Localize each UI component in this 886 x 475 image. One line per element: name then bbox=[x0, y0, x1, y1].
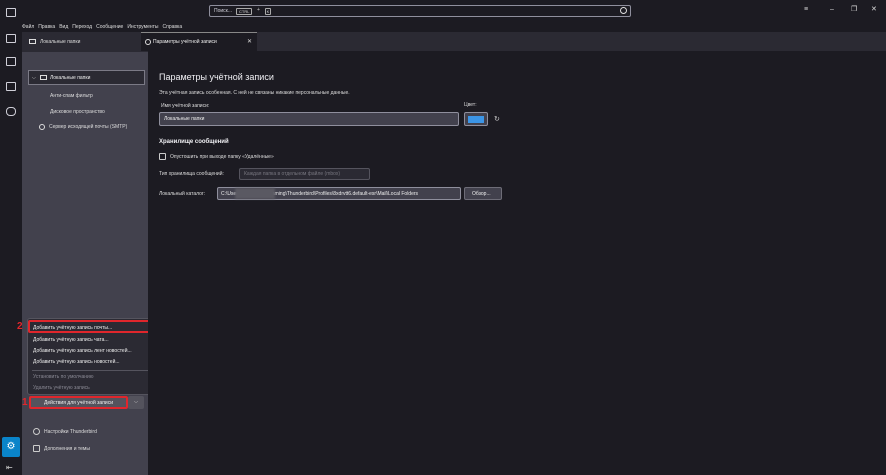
account-name-label: Имя учётной записи: bbox=[161, 103, 210, 109]
local-dir-label: Локальный каталог: bbox=[159, 191, 206, 197]
account-actions-dropdown[interactable]: ⌵ bbox=[128, 396, 144, 409]
account-actions-label: Действия для учётной записи bbox=[44, 400, 113, 406]
settings-gear-icon[interactable]: ⚙ bbox=[2, 437, 20, 457]
color-label: Цвет: bbox=[464, 102, 477, 108]
search-placeholder: Поиск... bbox=[214, 8, 233, 14]
menu-help[interactable]: Справка bbox=[163, 22, 183, 32]
menu-go[interactable]: Переход bbox=[72, 22, 92, 32]
tree-item-junk[interactable]: Анти-спам фильтр bbox=[50, 93, 93, 99]
spaces-toolbar: ⚙ ⇤ bbox=[0, 0, 22, 475]
address-book-icon[interactable] bbox=[6, 34, 16, 43]
empty-trash-checkbox[interactable] bbox=[159, 153, 166, 160]
page-title: Параметры учётной записи bbox=[159, 72, 274, 82]
menu-item-add-feed-account[interactable]: Добавить учётную запись лент новостей... bbox=[33, 348, 132, 354]
shortcut-ctrl-key: CTRL bbox=[236, 8, 253, 15]
color-swatch bbox=[468, 116, 484, 123]
shortcut-plus: + bbox=[257, 7, 260, 13]
folder-icon bbox=[40, 75, 47, 80]
account-name-value: Локальные папки bbox=[164, 116, 205, 122]
browse-button[interactable]: Обзор... bbox=[464, 187, 502, 200]
storage-type-label: Тип хранилища сообщений: bbox=[159, 171, 224, 177]
close-button[interactable]: ✕ bbox=[871, 6, 877, 14]
menu-item-remove-account[interactable]: Удалить учётную запись bbox=[33, 385, 90, 391]
storage-type-select[interactable]: Каждая папка в отдельном файле (mbox) bbox=[239, 168, 370, 180]
tree-item-smtp[interactable]: Сервер исходящей почты (SMTP) bbox=[49, 124, 127, 130]
menu-item-add-chat-account[interactable]: Добавить учётную запись чата... bbox=[33, 337, 109, 343]
chat-icon[interactable] bbox=[6, 107, 16, 116]
search-bar[interactable]: Поиск... CTRL + K bbox=[209, 5, 631, 17]
thunderbird-settings-link[interactable]: Настройки Thunderbird bbox=[44, 429, 97, 435]
gear-icon bbox=[145, 39, 151, 45]
storage-heading: Хранилище сообщений bbox=[159, 139, 229, 145]
account-name-field[interactable]: Локальные папки bbox=[159, 112, 459, 126]
step-badge-2: 2 bbox=[17, 321, 23, 332]
settings-icon bbox=[33, 428, 40, 435]
tab-account-settings[interactable]: Параметры учётной записи ✕ bbox=[141, 32, 257, 51]
empty-trash-label: Опустошить при выходе папку «Удалённые» bbox=[170, 154, 274, 160]
restore-button[interactable]: ❐ bbox=[851, 6, 857, 14]
redacted-username bbox=[235, 188, 275, 199]
calendar-icon[interactable] bbox=[6, 57, 16, 66]
step-badge-1: 1 bbox=[22, 397, 28, 408]
shortcut-k-key: K bbox=[265, 8, 271, 15]
reset-color-icon[interactable]: ↻ bbox=[494, 115, 500, 123]
menu-item-set-default[interactable]: Установить по умолчанию bbox=[33, 374, 94, 380]
collapse-arrow-icon[interactable]: ⇤ bbox=[6, 463, 13, 472]
tree-item-disk-space[interactable]: Дисковое пространство bbox=[50, 109, 105, 115]
account-description: Эта учётная запись особенная. С ней не с… bbox=[159, 90, 350, 96]
addons-icon bbox=[33, 445, 40, 452]
menu-edit[interactable]: Правка bbox=[38, 22, 55, 32]
menu-item-add-news-account[interactable]: Добавить учётную запись новостей... bbox=[33, 359, 120, 365]
browse-label: Обзор... bbox=[472, 191, 491, 197]
addons-themes-link[interactable]: Дополнения и темы bbox=[44, 446, 90, 452]
account-actions-button[interactable]: Действия для учётной записи bbox=[29, 396, 128, 409]
tab-bar bbox=[148, 32, 886, 51]
color-picker[interactable] bbox=[464, 112, 488, 126]
server-icon bbox=[39, 124, 45, 130]
search-icon[interactable] bbox=[620, 7, 627, 14]
tab-label: Параметры учётной записи bbox=[153, 39, 217, 45]
storage-type-value: Каждая папка в отдельном файле (mbox) bbox=[244, 171, 341, 177]
tree-item-local-folders[interactable]: ⌵ Локальные папки bbox=[28, 70, 145, 85]
minimize-button[interactable]: – bbox=[830, 6, 834, 14]
close-icon[interactable]: ✕ bbox=[247, 38, 252, 45]
mail-icon[interactable] bbox=[6, 8, 16, 17]
menu-message[interactable]: Сообщение bbox=[96, 22, 123, 32]
tree-item-label: Локальные папки bbox=[50, 75, 91, 81]
app-menu-icon[interactable]: ≡ bbox=[804, 6, 808, 14]
tasks-icon[interactable] bbox=[6, 82, 16, 91]
folder-pane-tab[interactable]: Локальные папки bbox=[22, 32, 148, 52]
folder-pane-tab-label: Локальные папки bbox=[40, 39, 81, 45]
menu-file[interactable]: Файл bbox=[22, 22, 34, 32]
menu-bar: Файл Правка Вид Переход Сообщение Инстру… bbox=[22, 22, 182, 32]
folder-icon bbox=[29, 39, 36, 44]
chevron-down-icon[interactable]: ⌵ bbox=[32, 75, 36, 81]
menu-tools[interactable]: Инструменты bbox=[127, 22, 158, 32]
menu-view[interactable]: Вид bbox=[59, 22, 68, 32]
